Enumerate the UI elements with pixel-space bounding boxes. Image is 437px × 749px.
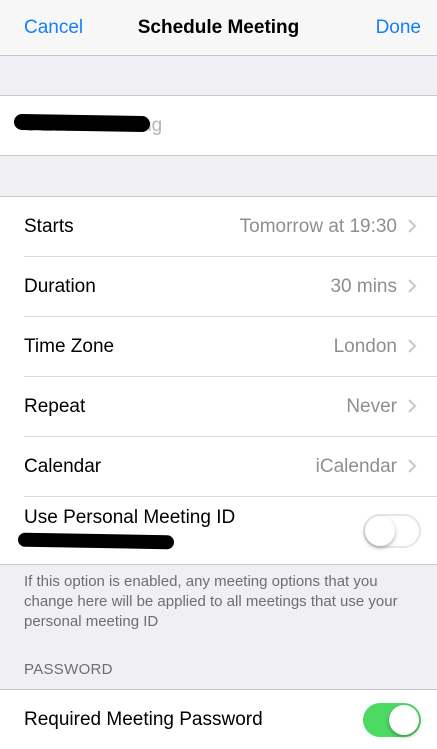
toggle-knob [389,705,419,735]
chevron-right-icon [408,279,417,293]
password-section-header: PASSWORD [24,661,113,678]
personal-meeting-id-note: If this option is enabled, any meeting o… [24,573,398,630]
starts-label: Starts [24,216,74,237]
page-title: Schedule Meeting [137,17,300,38]
calendar-value: iCalendar [315,456,397,477]
personal-meeting-id-label: Use Personal Meeting ID [24,507,236,528]
starts-row[interactable]: Starts Tomorrow at 19:30 [0,197,437,257]
chevron-right-icon [408,399,417,413]
repeat-row[interactable]: Repeat Never [0,377,437,437]
time-zone-label: Time Zone [24,336,115,357]
duration-value: 30 mins [330,276,397,297]
meeting-settings-group: Starts Tomorrow at 19:30 Duration 30 min… [0,196,437,565]
chevron-right-icon [408,339,417,353]
calendar-row[interactable]: Calendar iCalendar [0,437,437,497]
redaction-mark [17,532,175,550]
time-zone-value: London [333,336,397,357]
navigation-bar: Cancel Schedule Meeting Done [0,0,437,56]
chevron-right-icon [408,219,417,233]
calendar-label: Calendar [24,456,102,477]
duration-row[interactable]: Duration 30 mins [0,257,437,317]
time-zone-row[interactable]: Time Zone London [0,317,437,377]
required-password-toggle[interactable] [363,703,421,737]
repeat-label: Repeat [24,396,86,417]
toggle-knob [365,516,395,546]
required-password-label: Required Meeting Password [24,709,263,730]
redaction-mark [13,113,151,133]
duration-label: Duration [24,276,96,297]
personal-meeting-id-toggle[interactable] [363,514,421,548]
chevron-right-icon [408,459,417,473]
done-button[interactable]: Done [376,17,421,39]
required-password-row: Required Meeting Password [0,689,437,749]
starts-value: Tomorrow at 19:30 [239,216,397,237]
personal-meeting-id-row: Use Personal Meeting ID [0,497,437,565]
repeat-value: Never [346,396,397,417]
